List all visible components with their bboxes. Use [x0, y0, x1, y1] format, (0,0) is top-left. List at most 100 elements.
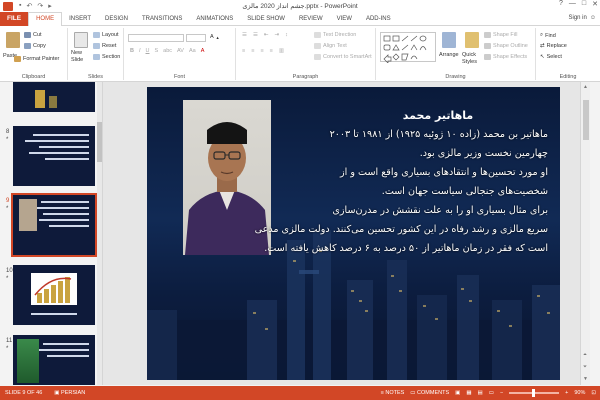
reading-view-icon[interactable]: ▤ [478, 390, 483, 396]
zoom-slider[interactable] [509, 389, 560, 397]
find-button[interactable]: ⌕ Find [540, 32, 556, 39]
normal-view-icon[interactable]: ▣ [455, 390, 460, 396]
numbering-icon[interactable]: ☰ [253, 32, 258, 38]
grow-font-button[interactable]: A ▲ [210, 34, 220, 40]
slide-body-line: است که فقر در زمان ماهاتیر از ۵۰ درصد به… [264, 243, 548, 254]
font-name-dropdown[interactable] [128, 34, 184, 42]
strikethrough-button[interactable]: abc [163, 48, 172, 54]
shapes-gallery[interactable] [380, 32, 436, 64]
justify-icon[interactable]: ≡ [270, 48, 273, 54]
shape-outline-button[interactable]: Shape Outline [484, 43, 528, 49]
zoom-level[interactable]: 90% [574, 390, 585, 396]
align-text-icon [314, 43, 321, 49]
thumbnail-tower-graphic [35, 90, 45, 108]
tab-file[interactable]: FILE [0, 11, 29, 26]
columns-icon[interactable]: ▥ [279, 48, 284, 54]
zoom-slider-knob[interactable] [532, 389, 536, 397]
undo-icon[interactable]: ↶ [26, 2, 32, 10]
select-button[interactable]: ↖ Select [540, 54, 562, 60]
thumbnail-text-line [43, 213, 89, 215]
bullets-icon[interactable]: ☰ [242, 32, 247, 38]
slide-text-box[interactable]: ماهاتیر محمد ماهاتیر بن محمد (زاده ۱۰ ژو… [254, 109, 548, 258]
slide-editor-canvas: ماهاتیر محمد ماهاتیر بن محمد (زاده ۱۰ ژو… [103, 82, 590, 385]
line-spacing-icon[interactable]: ↕ [285, 32, 288, 38]
tab-view[interactable]: VIEW [330, 12, 359, 26]
align-right-icon[interactable]: ≡ [260, 48, 263, 54]
italic-button[interactable]: I [139, 48, 141, 54]
sign-in-link[interactable]: Sign in [569, 15, 587, 21]
tab-transitions[interactable]: TRANSITIONS [135, 12, 189, 26]
help-button[interactable]: ? [559, 0, 563, 8]
convert-smartart-button[interactable]: Convert to SmartArt [314, 54, 372, 60]
scroll-down-icon[interactable]: ▼ [583, 376, 588, 382]
scroll-up-double-icon[interactable]: ⏶ [583, 352, 587, 358]
align-center-icon[interactable]: ≡ [251, 48, 254, 54]
slide-body-line: برای مثال بسیاری او را به علت نقشش در مد… [332, 205, 548, 216]
slide-thumbnail-selected[interactable] [11, 193, 97, 257]
zoom-in-icon[interactable]: + [565, 390, 568, 396]
canvas-scrollbar[interactable]: ▲ ⏶ ⏷ ▼ [580, 82, 590, 385]
text-direction-button[interactable]: Text Direction [314, 32, 356, 38]
increase-indent-icon[interactable]: ⇥ [274, 32, 279, 38]
new-slide-button[interactable]: New Slide [71, 50, 93, 64]
save-icon[interactable]: ▪ [19, 2, 21, 10]
thumbnail-scrollbar[interactable] [97, 82, 102, 385]
start-slideshow-icon[interactable]: ▸ [48, 2, 52, 10]
slide-thumbnail[interactable] [13, 335, 95, 385]
slide-thumbnail[interactable] [13, 126, 95, 186]
underline-button[interactable]: U [146, 48, 150, 54]
reset-button[interactable]: Reset [93, 43, 116, 49]
current-slide[interactable]: ماهاتیر محمد ماهاتیر بن محمد (زاده ۱۰ ژو… [147, 87, 560, 380]
shadow-button[interactable]: S [155, 48, 159, 54]
fit-to-window-icon[interactable]: ⊡ [591, 390, 596, 396]
bold-button[interactable]: B [130, 48, 134, 54]
font-color-button[interactable]: A [201, 48, 205, 54]
tab-review[interactable]: REVIEW [292, 12, 330, 26]
tab-design[interactable]: DESIGN [98, 12, 135, 26]
cut-button[interactable]: Cut [24, 32, 42, 38]
slideshow-view-icon[interactable]: ▭ [489, 390, 494, 396]
text-direction-icon [314, 32, 321, 38]
tab-add-ins[interactable]: ADD-INS [359, 12, 398, 26]
layout-button[interactable]: Layout [93, 32, 119, 38]
tab-slide-show[interactable]: SLIDE SHOW [240, 12, 292, 26]
copy-button[interactable]: Copy [24, 43, 46, 49]
tab-insert[interactable]: INSERT [62, 12, 98, 26]
slide-body-line: چهارمین نخست وزیر مالزی بود. [419, 148, 548, 159]
zoom-out-icon[interactable]: − [500, 390, 503, 396]
redo-icon[interactable]: ↷ [37, 2, 43, 10]
scroll-down-double-icon[interactable]: ⏷ [583, 364, 587, 370]
shape-fill-button[interactable]: Shape Fill [484, 32, 517, 38]
spacing-button[interactable]: AV [177, 48, 184, 54]
align-text-button[interactable]: Align Text [314, 43, 347, 49]
canvas-scrollbar-thumb[interactable] [583, 100, 589, 140]
thumbnail-scrollbar-thumb[interactable] [97, 122, 102, 162]
language-indicator[interactable]: ▣ PERSIAN [54, 390, 85, 396]
notes-button[interactable]: ≡ NOTES [381, 390, 405, 396]
thumbnail-bar-graphic [34, 277, 72, 303]
minimize-button[interactable]: — [569, 0, 576, 8]
slide-thumbnail[interactable] [13, 82, 95, 112]
thumbnail-text-line [41, 201, 89, 203]
scroll-up-icon[interactable]: ▲ [583, 84, 588, 90]
quick-styles-button[interactable]: Quick Styles [462, 52, 484, 66]
format-painter-button[interactable]: Format Painter [14, 56, 59, 62]
replace-button[interactable]: ⇄ Replace [540, 43, 567, 49]
tab-home[interactable]: HOME [28, 11, 63, 27]
maximize-button[interactable]: □ [582, 0, 586, 8]
font-size-dropdown[interactable] [186, 34, 206, 42]
change-case-button[interactable]: Aa [189, 48, 196, 54]
slide-body-line: سریع مالزی و رشد رفاه در این کشور تحسین … [254, 224, 548, 235]
slide-sorter-icon[interactable]: ▦ [466, 390, 471, 396]
shape-effects-button[interactable]: Shape Effects [484, 54, 527, 60]
thumbnail-number: 11 [6, 338, 13, 344]
decrease-indent-icon[interactable]: ⇤ [264, 32, 269, 38]
close-button[interactable]: ✕ [592, 0, 598, 8]
align-left-icon[interactable]: ≡ [242, 48, 245, 54]
comments-button[interactable]: ▭ COMMENTS [410, 390, 449, 396]
slide-thumbnail[interactable] [13, 265, 95, 325]
arrange-button[interactable]: Arrange [439, 52, 459, 58]
quick-access-toolbar: ▪ ↶ ↷ ▸ [19, 2, 52, 10]
section-button[interactable]: Section [93, 54, 120, 60]
tab-animations[interactable]: ANIMATIONS [189, 12, 240, 26]
